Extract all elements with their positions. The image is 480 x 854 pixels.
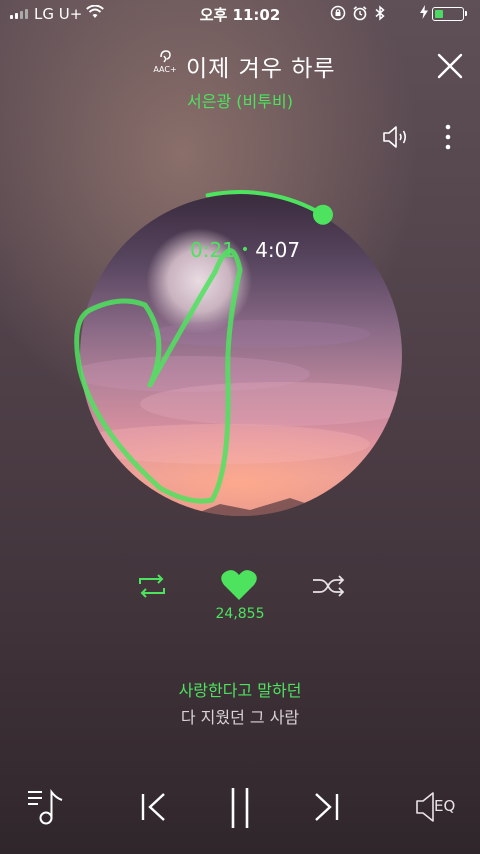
status-bar: LG U+ 오후 11:02: [0, 0, 480, 28]
close-icon: [437, 53, 463, 79]
more-options-button[interactable]: [443, 124, 453, 154]
close-button[interactable]: [436, 52, 464, 80]
repeat-button[interactable]: [136, 574, 168, 602]
total-time: 4:07: [255, 238, 301, 262]
heart-icon: [221, 570, 257, 600]
equalizer-speaker-icon: [416, 792, 434, 822]
more-vertical-icon: [445, 124, 451, 150]
aac-quality-badge: AAC+: [150, 48, 180, 74]
shuffle-button[interactable]: [312, 574, 346, 602]
playback-time: 0:21 • 4:07: [190, 238, 301, 262]
lyric-next-line[interactable]: 다 지웠던 그 사람: [0, 704, 480, 728]
battery-icon: [432, 7, 467, 21]
audio-output-button[interactable]: [382, 124, 410, 154]
like-button[interactable]: [220, 568, 258, 606]
status-time: 오후 11:02: [199, 6, 281, 24]
playlist-icon: [28, 789, 63, 825]
previous-icon: [141, 793, 165, 821]
playlist-button[interactable]: [26, 788, 66, 832]
lyric-current-line[interactable]: 사랑한다고 말하던: [0, 677, 480, 701]
pause-button[interactable]: [226, 786, 254, 834]
hi-quality-icon: [160, 50, 171, 63]
repeat-icon: [139, 574, 165, 598]
song-title: 이제 겨우 하루: [186, 56, 336, 82]
bluetooth-icon: [375, 5, 385, 21]
speaker-icon: [383, 126, 407, 148]
equalizer-button[interactable]: [414, 790, 436, 828]
charging-icon: [420, 5, 428, 23]
rotation-lock-icon: [330, 5, 346, 21]
current-time: 0:21: [190, 238, 235, 262]
alarm-icon: [353, 6, 367, 21]
shuffle-icon: [313, 575, 345, 597]
pause-icon: [231, 788, 249, 828]
next-icon: [315, 793, 339, 821]
previous-button[interactable]: [138, 790, 170, 828]
aac-label: AAC+: [153, 65, 177, 74]
like-count: 24,855: [215, 606, 265, 622]
artist-name[interactable]: 서은광 (비투비): [0, 88, 480, 112]
next-button[interactable]: [310, 790, 342, 828]
equalizer-label[interactable]: EQ: [434, 797, 455, 815]
status-icons: [330, 5, 386, 21]
